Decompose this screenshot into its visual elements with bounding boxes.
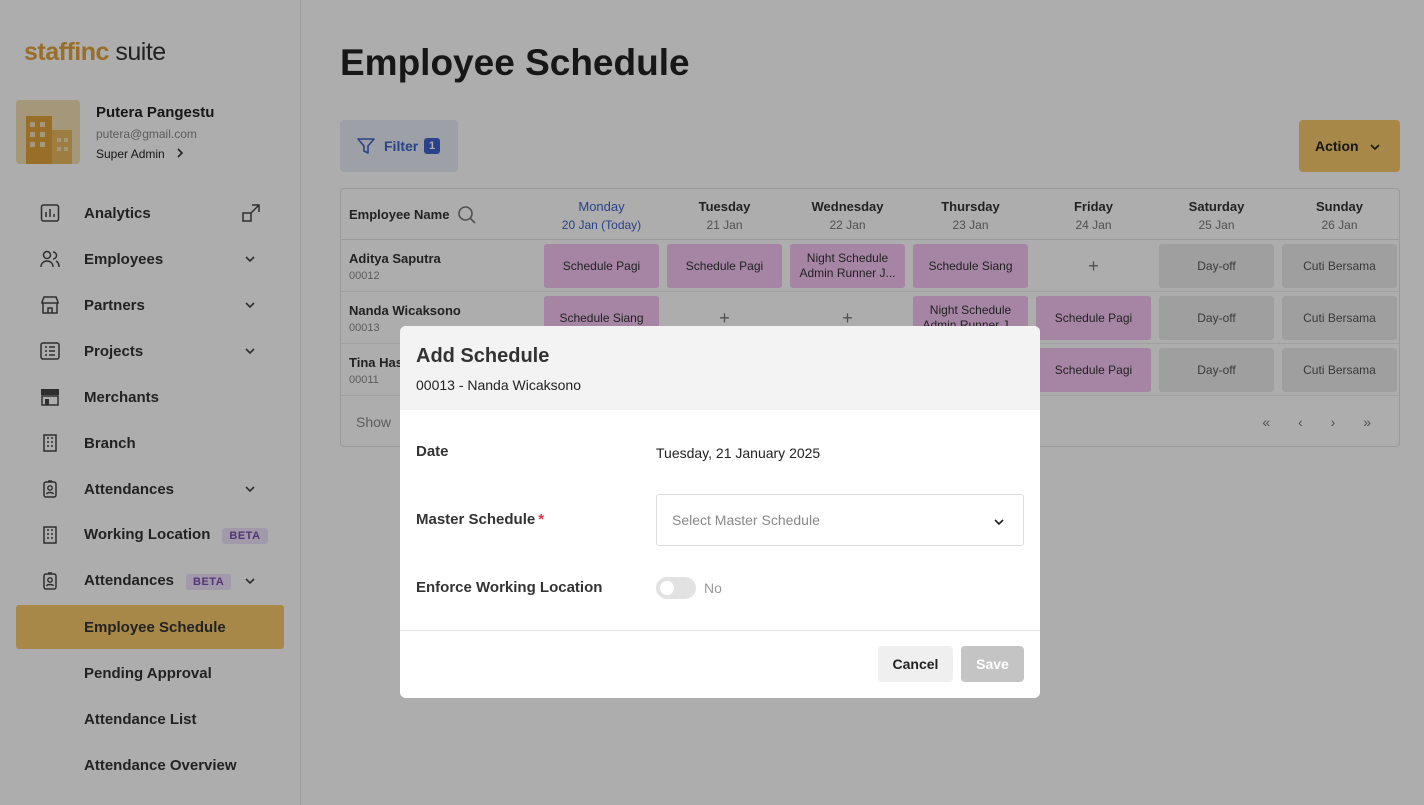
enforce-working-location-label: Enforce Working Location: [416, 579, 603, 596]
divider: [400, 630, 1040, 631]
master-schedule-label: Master Schedule *: [416, 511, 544, 528]
add-schedule-modal: Add Schedule 00013 - Nanda Wicaksono Dat…: [400, 326, 1040, 698]
modal-header: Add Schedule 00013 - Nanda Wicaksono: [400, 326, 1040, 410]
enforce-working-location-toggle[interactable]: [656, 577, 696, 599]
save-button[interactable]: Save: [961, 646, 1024, 682]
master-schedule-label-text: Master Schedule: [416, 511, 536, 528]
modal-title: Add Schedule: [416, 345, 550, 367]
modal-subtitle: 00013 - Nanda Wicaksono: [416, 377, 581, 393]
select-placeholder: Select Master Schedule: [672, 512, 820, 528]
cancel-button[interactable]: Cancel: [878, 646, 953, 682]
required-asterisk: *: [538, 511, 545, 528]
date-value: Tuesday, 21 January 2025: [656, 445, 821, 461]
master-schedule-select[interactable]: Select Master Schedule: [656, 494, 1024, 546]
chevron-down-icon: [993, 515, 1005, 533]
toggle-knob: [660, 581, 674, 595]
toggle-state-label: No: [704, 580, 722, 596]
date-label: Date: [416, 443, 449, 460]
